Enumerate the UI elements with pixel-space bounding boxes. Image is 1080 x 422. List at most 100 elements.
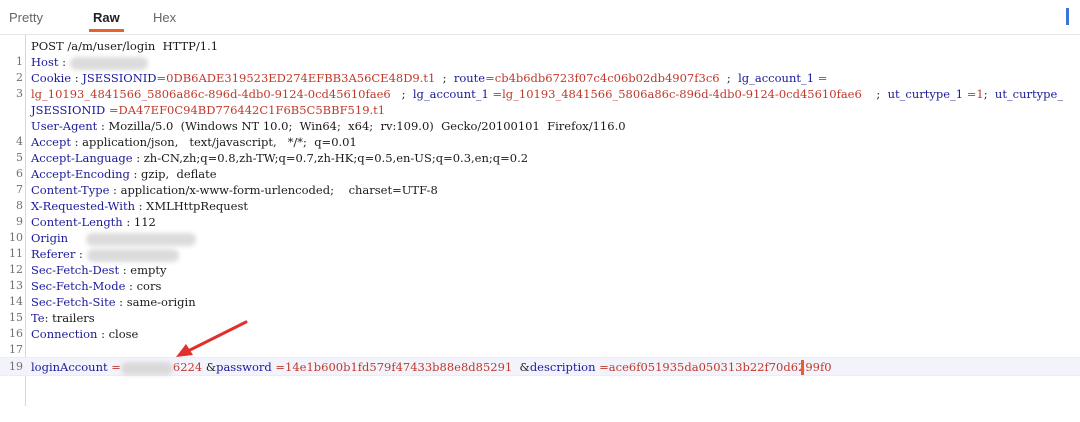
cookie-name: lg_account_1 [412,87,489,101]
header-value: gzip, deflate [141,167,217,181]
request-line-text: POST /a/m/user/login HTTP/1.1 [31,39,219,53]
header-separator: : [75,247,87,261]
cookie-separator: ; [861,87,888,101]
cookie-value: =cb4b6db6723f07c4c06b02db4907f3c6 [485,71,720,85]
cookie-name: lg_account_1 [738,71,815,85]
text-caret [801,360,804,375]
header-line-cookie-wrap-1: lg_10193_4841566_5806a86c-896d-4db0-9124… [0,86,1080,102]
header-separator: : [125,279,137,293]
header-line-sec-fetch-mode: 14 Sec-Fetch-Mode : cors [0,278,1080,308]
header-name: User-Agent [31,119,98,133]
header-line-accept-language: 6 Accept-Language : zh-CN,zh;q=0.8,zh-TW… [0,150,1080,180]
line-number: 19 [9,360,23,373]
cookie-value: = [814,71,828,85]
header-line-sec-fetch-site: 15 Sec-Fetch-Site : same-origin [0,294,1080,324]
tab-raw[interactable]: Raw [89,0,124,34]
header-line-cookie: 3 Cookie : JSESSIONID=0DB6ADE319523ED274… [0,70,1080,100]
header-value: Mozilla/5.0 (Windows NT 10.0; Win64; x64… [108,119,626,133]
message-editor-tabbar: Pretty Raw Hex [0,0,1080,34]
header-separator: : [115,295,127,309]
header-line-connection: 17 Connection : close [0,326,1080,356]
header-value: 112 [133,215,156,229]
header-separator: : [132,151,144,165]
header-line-origin: 11 Origin [0,230,1080,260]
header-separator [68,231,72,245]
header-name: Connection [31,327,98,341]
header-separator: : [122,215,134,229]
tab-pretty[interactable]: Pretty [9,0,43,34]
header-value: cors [136,279,162,293]
header-value: zh-CN,zh;q=0.8,zh-TW;q=0.7,zh-HK;q=0.5,e… [143,151,529,165]
header-separator: : [58,55,70,69]
header-separator: : [97,327,109,341]
param-value: =14e1b600b1fd579f47433b88e8d85291 [271,360,513,374]
cookie-value: =1 [963,87,984,101]
header-separator: : [70,135,83,149]
header-name: Content-Length [31,215,123,229]
panel-toggle-marker[interactable] [1066,8,1069,25]
header-name: Host [31,55,59,69]
header-line-referer: 12 Referer : [0,246,1080,276]
param-separator: & [512,360,530,374]
header-separator: : [109,183,121,197]
header-name: Sec-Fetch-Dest [31,263,120,277]
header-name: Accept [31,135,71,149]
param-value: = [107,360,121,374]
header-name: Accept-Language [31,151,133,165]
redacted-value [120,361,173,375]
param-name: description [529,360,596,374]
cookie-name: JSESSIONID [82,71,157,85]
header-line-accept-encoding: 7 Accept-Encoding : gzip, deflate [0,166,1080,196]
header-value: application/json, text/javascript, */*; … [82,135,357,149]
header-line-sec-fetch-dest: 13 Sec-Fetch-Dest : empty [0,262,1080,292]
header-separator: : [129,167,142,181]
header-separator: : [97,119,109,133]
param-value-tail: 6224 [172,360,203,374]
header-name: Content-Type [31,183,110,197]
header-name: X-Requested-With [31,199,135,213]
header-name: Cookie [31,71,72,85]
cookie-value: =lg_10193_4841566_5806a86c-896d-4db0-912… [488,87,862,101]
request-body-line[interactable]: 19 loginAccount = 6224 &password =14e1b60… [0,357,1080,376]
header-name: Origin [31,231,69,245]
header-separator: : [44,311,53,325]
redacted-value [85,232,196,246]
header-name: Accept-Encoding [31,167,130,181]
blank-line: 18 [0,342,1080,372]
cookie-separator: ; [390,87,413,101]
header-line-cookie-wrap-2: JSESSIONID =DA47EF0C94BD776442C1F6B5C5BB… [0,102,1080,118]
param-separator: & [202,360,217,374]
header-line-content-type: 8 Content-Type : application/x-www-form-… [0,182,1080,212]
header-value: trailers [52,311,95,325]
header-value: close [108,327,139,341]
header-line-host: 2 Host : [0,54,1080,84]
header-separator: : [119,263,131,277]
header-value: empty [130,263,167,277]
cookie-separator: ; [435,71,454,85]
header-value: application/x-www-form-urlencoded; chars… [120,183,438,197]
param-name: loginAccount [31,360,108,374]
header-name: Referer [31,247,76,261]
header-line-content-length: 10 Content-Length : 112 [0,214,1080,244]
param-name: password [216,360,272,374]
cookie-name: ut_curtype_1 [887,87,964,101]
header-separator: : [71,71,83,85]
param-value: =ace6f051935da050313b22f70d6299f0 [595,360,832,374]
header-line-te: 16 Te: trailers [0,310,1080,340]
cookie-value: =0DB6ADE319523ED274EFBB3A56CE48D9.t1 [156,71,436,85]
raw-request-editor[interactable]: 1 POST /a/m/user/login HTTP/1.1 2 Host :… [0,34,1080,406]
tab-hex[interactable]: Hex [153,0,176,34]
header-name: Te [31,311,45,325]
cookie-name: JSESSIONID [31,103,106,117]
redacted-value [69,56,148,70]
request-line: 1 POST /a/m/user/login HTTP/1.1 [0,38,1080,68]
header-value: XMLHttpRequest [146,199,248,213]
cookie-separator: ; [983,87,995,101]
header-name: Sec-Fetch-Mode [31,279,126,293]
redacted-value [86,248,179,262]
header-line-user-agent: 4 User-Agent : Mozilla/5.0 (Windows NT 1… [0,118,1080,148]
cookie-separator: ; [719,71,739,85]
cookie-value: =DA47EF0C94BD776442C1F6B5C5BBF519.t1 [105,103,386,117]
header-line-x-requested-with: 9 X-Requested-With : XMLHttpRequest [0,198,1080,228]
cookie-name: route [453,71,486,85]
